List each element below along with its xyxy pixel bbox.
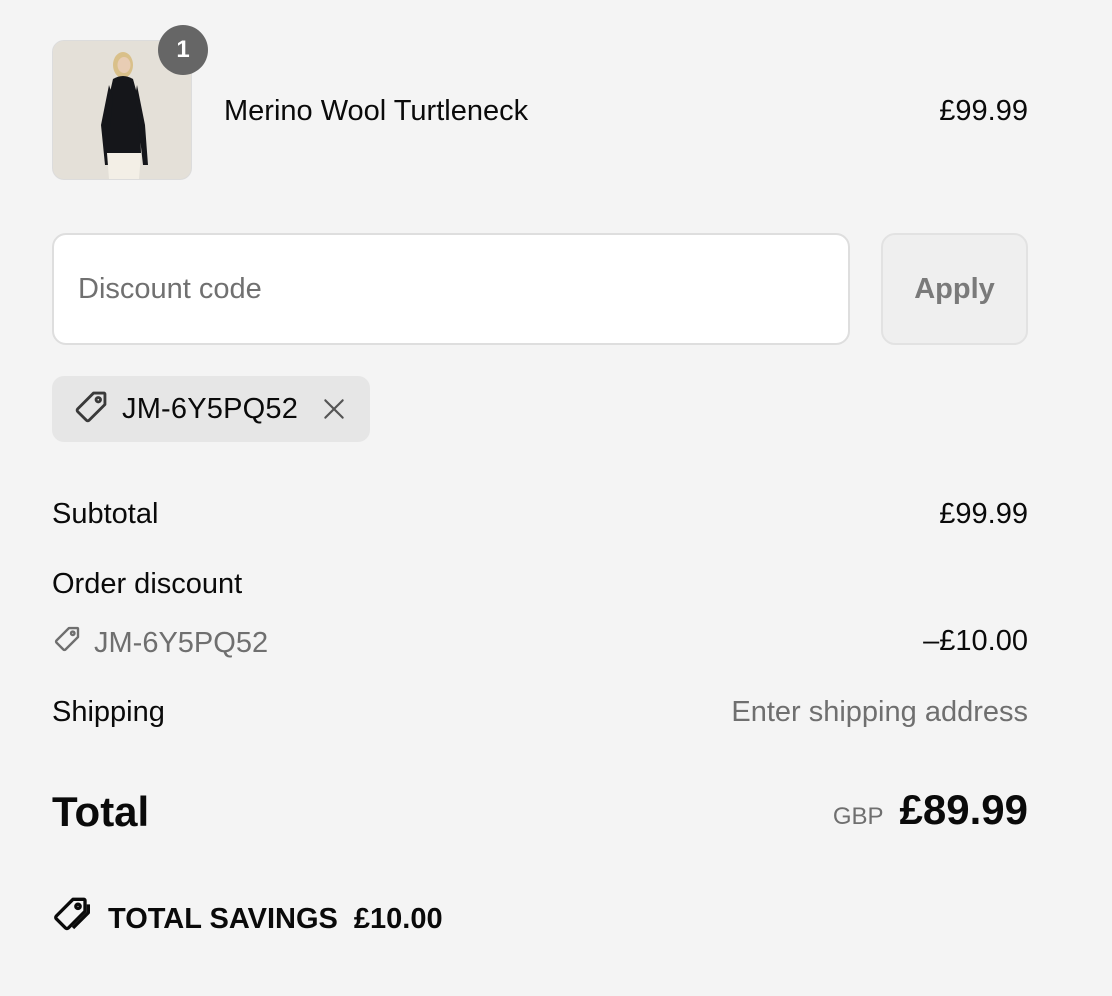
remove-discount-close-icon[interactable]: [320, 395, 348, 423]
applied-code-text: JM-6Y5PQ52: [122, 393, 299, 425]
shipping-label: Shipping: [52, 696, 165, 728]
total-savings: TOTAL SAVINGS £10.00: [52, 894, 443, 943]
order-discount-code: JM-6Y5PQ52: [52, 624, 268, 662]
product-price: £99.99: [939, 95, 1028, 127]
savings-label: TOTAL SAVINGS: [108, 902, 338, 935]
shipping-value: Enter shipping address: [731, 696, 1028, 728]
discount-code-input[interactable]: [52, 233, 850, 345]
savings-amount: £10.00: [353, 902, 443, 935]
quantity-badge: 1: [158, 25, 208, 75]
order-discount-value: –£10.00: [923, 625, 1028, 657]
order-discount-code-text: JM-6Y5PQ52: [94, 627, 269, 659]
total-label: Total: [52, 788, 150, 835]
subtotal-label: Subtotal: [52, 498, 159, 530]
savings-tag-icon: [52, 894, 92, 943]
tag-icon: [72, 388, 110, 431]
tag-icon: [52, 624, 82, 662]
total-currency: GBP: [832, 803, 884, 830]
apply-button[interactable]: Apply: [881, 233, 1028, 345]
total-value: GBP £89.99: [833, 786, 1028, 834]
subtotal-value: £99.99: [939, 498, 1028, 530]
order-discount-label: Order discount: [52, 568, 243, 600]
product-name: Merino Wool Turtleneck: [224, 95, 529, 127]
applied-discount-chip: JM-6Y5PQ52: [52, 376, 371, 442]
total-amount: £89.99: [899, 786, 1028, 833]
